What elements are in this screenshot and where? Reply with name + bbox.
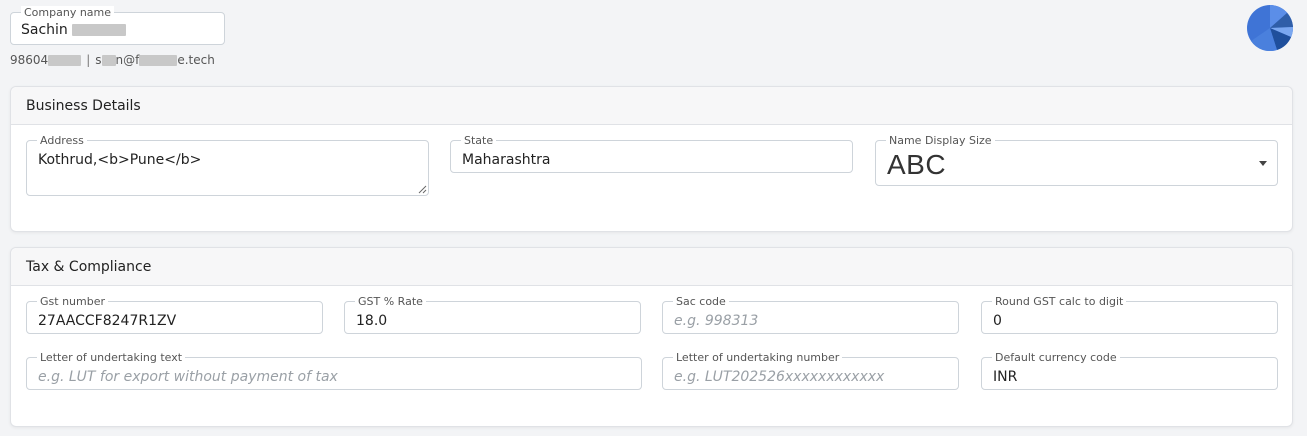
currency-code-label: Default currency code xyxy=(992,351,1120,364)
email-text-part1: s xyxy=(95,53,102,67)
state-value: Maharashtra xyxy=(462,152,551,168)
gst-rate-field[interactable]: GST % Rate 18.0 xyxy=(344,295,641,334)
lut-number-field[interactable]: Letter of undertaking number e.g. LUT202… xyxy=(662,351,959,390)
company-name-label: Company name xyxy=(21,6,115,19)
sac-code-placeholder: e.g. 998313 xyxy=(674,313,759,329)
gst-number-field[interactable]: Gst number 27AACCF8247R1ZV xyxy=(26,295,323,334)
redacted-block xyxy=(101,54,116,66)
gst-rate-value: 18.0 xyxy=(356,313,388,329)
email-text-part3: e.tech xyxy=(177,53,215,67)
chevron-down-icon xyxy=(1259,161,1267,166)
company-name-field[interactable]: Company name Sachin xyxy=(10,6,225,45)
resize-handle-icon[interactable] xyxy=(417,184,427,194)
state-field[interactable]: State Maharashtra xyxy=(450,134,853,173)
address-textarea[interactable]: Address Kothrud,<b>Pune</b> xyxy=(26,134,429,196)
gst-number-value: 27AACCF8247R1ZV xyxy=(38,313,177,329)
sac-code-field[interactable]: Sac code e.g. 998313 xyxy=(662,295,959,334)
redacted-block xyxy=(71,24,126,36)
gst-number-label: Gst number xyxy=(37,295,108,308)
round-gst-label: Round GST calc to digit xyxy=(992,295,1127,308)
lut-text-placeholder: e.g. LUT for export without payment of t… xyxy=(38,369,338,385)
address-value: Kothrud,<b>Pune</b> xyxy=(38,152,202,168)
lut-number-placeholder: e.g. LUT202526xxxxxxxxxxxx xyxy=(674,369,885,385)
round-gst-field[interactable]: Round GST calc to digit 0 xyxy=(981,295,1278,334)
tax-compliance-title: Tax & Compliance xyxy=(11,248,1292,286)
currency-code-field[interactable]: Default currency code INR xyxy=(981,351,1278,390)
name-display-size-label: Name Display Size xyxy=(886,134,995,147)
address-label: Address xyxy=(37,134,87,147)
lut-text-field[interactable]: Letter of undertaking text e.g. LUT for … xyxy=(26,351,642,390)
pie-avatar-icon[interactable] xyxy=(1247,5,1293,51)
currency-code-value: INR xyxy=(993,369,1018,385)
lut-text-label: Letter of undertaking text xyxy=(37,351,186,364)
redacted-block xyxy=(48,54,82,66)
business-details-card: Business Details Address Kothrud,<b>Pune… xyxy=(10,86,1293,232)
round-gst-value: 0 xyxy=(993,313,1002,329)
tax-compliance-card: Tax & Compliance Gst number 27AACCF8247R… xyxy=(10,247,1293,427)
lut-number-label: Letter of undertaking number xyxy=(673,351,843,364)
contact-separator: | xyxy=(86,53,91,67)
sac-code-label: Sac code xyxy=(673,295,729,308)
email-text-part2: n@f xyxy=(115,53,140,67)
phone-text: 98604 xyxy=(10,53,49,67)
gst-rate-label: GST % Rate xyxy=(355,295,426,308)
state-label: State xyxy=(461,134,497,147)
name-display-size-value: ABC xyxy=(887,149,947,180)
contact-line: 98604 | s n@f e.tech xyxy=(10,53,215,67)
name-display-size-select[interactable]: Name Display Size ABC xyxy=(875,134,1278,186)
company-name-value: Sachin xyxy=(21,22,68,38)
business-details-title: Business Details xyxy=(11,87,1292,125)
redacted-block xyxy=(139,54,178,66)
